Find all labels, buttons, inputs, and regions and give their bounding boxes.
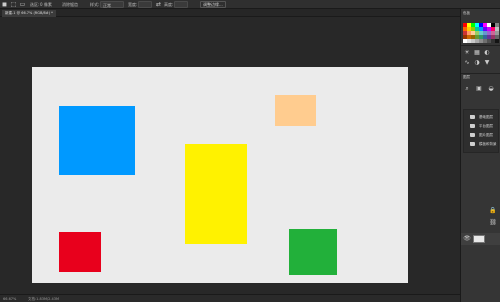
- width-label: 宽度:: [128, 2, 138, 7]
- adjustments-icon[interactable]: ☀: [463, 49, 471, 57]
- anti-alias-checkbox-label[interactable]: 消除锯齿: [62, 1, 78, 8]
- document-tab-bar: 新建-1 @ 66.7% (RGB/8#) *: [0, 9, 460, 17]
- curves-icon[interactable]: ∿: [463, 59, 471, 67]
- red-square[interactable]: [59, 232, 101, 272]
- layer-group-item[interactable]: 模板和背景: [470, 141, 497, 148]
- folder-icon: [470, 142, 475, 146]
- photoshop-logo-icon[interactable]: ◼: [1, 1, 8, 8]
- folder-icon: [470, 133, 475, 137]
- layer-group-item[interactable]: 图片图层: [470, 132, 493, 139]
- feather-label: 选区:: [30, 2, 40, 7]
- height-label: 高度:: [164, 2, 174, 7]
- filter-type-icon[interactable]: ⌕: [463, 85, 471, 93]
- filter-pixel-icon[interactable]: ▣: [475, 85, 483, 93]
- yellow-rectangle[interactable]: [185, 144, 247, 244]
- layer-thumbnail: [473, 235, 485, 243]
- swap-icon[interactable]: ⇄: [155, 1, 162, 8]
- style-label: 样式:: [90, 2, 100, 7]
- marquee-tool-icon[interactable]: ⬚: [10, 1, 17, 8]
- layer-group-item[interactable]: 平台图层: [470, 123, 493, 130]
- style-select[interactable]: 正常: [100, 1, 124, 8]
- feather-value[interactable]: 0 像素: [40, 1, 52, 8]
- status-bar: 66.67% 文档:1.83M/2.43M: [0, 294, 460, 302]
- new-selection-icon[interactable]: ▭: [19, 1, 26, 8]
- document-tab-title: 新建-1 @ 66.7% (RGB/8#) *: [5, 11, 53, 15]
- visibility-eye-icon[interactable]: 👁: [463, 235, 471, 243]
- link-icon[interactable]: ⛓: [489, 219, 497, 227]
- blue-rectangle[interactable]: [59, 106, 135, 175]
- layer-group-label: 模板和背景: [479, 142, 497, 146]
- refine-edge-button[interactable]: 调整边缘...: [200, 1, 226, 8]
- exposure-icon[interactable]: ◑: [473, 59, 481, 67]
- document-canvas[interactable]: [32, 67, 408, 283]
- green-square[interactable]: [289, 229, 337, 275]
- document-tab[interactable]: 新建-1 @ 66.7% (RGB/8#) *: [2, 10, 56, 17]
- filter-adjust-icon[interactable]: ◒: [487, 85, 495, 93]
- folder-icon: [470, 124, 475, 128]
- layers-panel-title[interactable]: 图层: [463, 75, 470, 80]
- panel-divider: [461, 73, 500, 74]
- peach-rectangle[interactable]: [275, 95, 316, 126]
- layer-group-label: 图片图层: [479, 133, 493, 137]
- layer-group-item[interactable]: 基础图层: [470, 114, 493, 121]
- layer-group-label: 平台图层: [479, 124, 493, 128]
- swatches-grid: [463, 23, 499, 43]
- vibrance-icon[interactable]: ▼: [483, 59, 491, 67]
- options-bar: ◼ ⬚ ▭ 选区: 0 像素 消除锯齿 样式: 正常 宽度: ⇄ 高度: 调整边…: [0, 0, 500, 9]
- width-field[interactable]: [138, 1, 152, 8]
- levels-icon[interactable]: ◐: [483, 49, 491, 57]
- zoom-level[interactable]: 66.67%: [3, 296, 16, 302]
- right-panel: 色板 ☀ ▦ ◐ ∿ ◑ ▼ 图层 ⌕ ▣ ◒ 基础图层 平台图层 图片图层 模…: [460, 9, 500, 302]
- color-swatch[interactable]: [495, 39, 499, 43]
- document-info: 文档:1.83M/2.43M: [28, 297, 59, 301]
- panel-divider: [461, 45, 500, 46]
- workspace[interactable]: [0, 17, 460, 294]
- layer-groups-list: 基础图层 平台图层 图片图层 模板和背景: [463, 109, 499, 153]
- swatches-panel-title[interactable]: 色板: [463, 11, 470, 16]
- histogram-icon[interactable]: ▦: [473, 49, 481, 57]
- lock-icon[interactable]: 🔒: [489, 207, 497, 215]
- layer-group-label: 基础图层: [479, 115, 493, 119]
- height-field[interactable]: [174, 1, 188, 8]
- style-select-value: 正常: [103, 3, 111, 8]
- folder-icon: [470, 115, 475, 119]
